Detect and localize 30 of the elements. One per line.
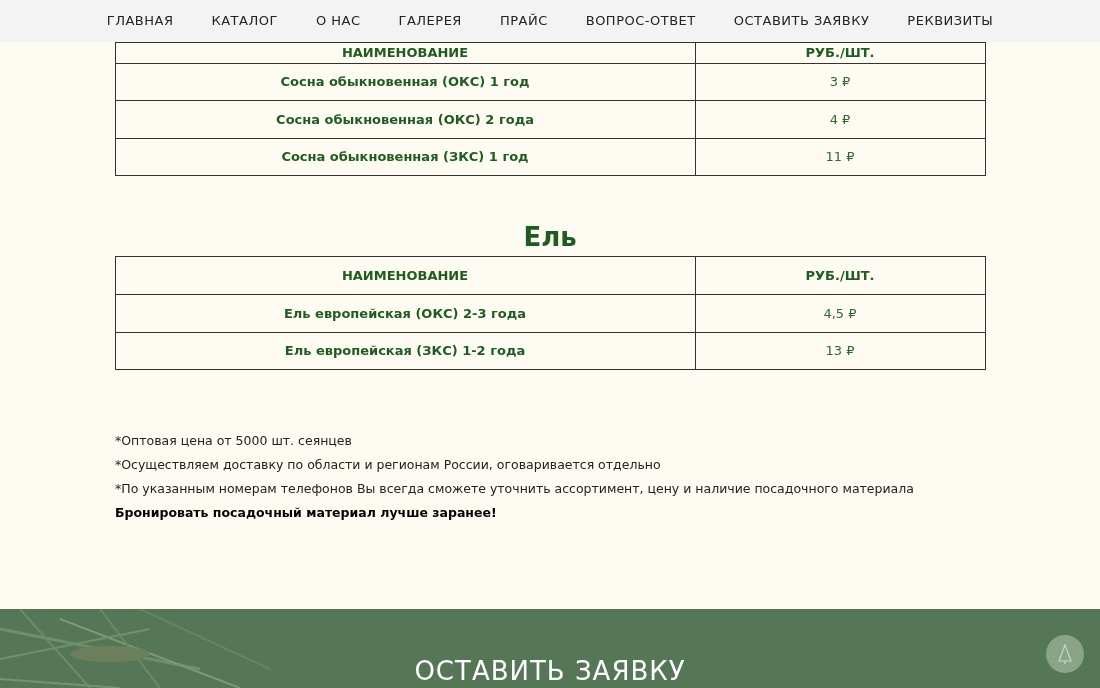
note-text: *По указанным номерам телефонов Вы всегда сможете уточнить ассортимент, цену и наличие посадочного материала — [115, 480, 915, 498]
table-cell: Ель европейская (ОКС) 2-3 года — [115, 294, 695, 332]
nav-link[interactable]: ОСТАВИТЬ ЗАЯВКУ — [733, 11, 870, 31]
column-header: РУБ./ШТ. — [695, 42, 985, 63]
nav-link[interactable]: ВОПРОС-ОТВЕТ — [585, 11, 696, 31]
footer-heading: ОСТАВИТЬ ЗАЯВКУ — [414, 656, 686, 686]
nav-link[interactable]: ГАЛЕРЕЯ — [398, 11, 462, 31]
nav-link[interactable]: О НАС — [315, 11, 361, 31]
table-cell: 4,5 ₽ — [695, 294, 985, 332]
table-cell: Сосна обыкновенная (ЗКС) 1 год — [115, 138, 695, 176]
table-cell: 4 ₽ — [695, 100, 985, 138]
nav-link[interactable]: КАТАЛОГ — [211, 11, 278, 31]
note-text: *Оптовая цена от 5000 шт. сеянцев — [115, 432, 353, 450]
section-heading: Ель — [522, 221, 578, 254]
column-header: НАИМЕНОВАНИЕ — [115, 42, 695, 63]
table-cell: Ель европейская (ЗКС) 1-2 года — [115, 332, 695, 370]
nav-link[interactable]: ПРАЙС — [499, 11, 548, 31]
table-cell: 11 ₽ — [695, 138, 985, 176]
table-cell: Сосна обыкновенная (ОКС) 2 года — [115, 100, 695, 138]
column-header: НАИМЕНОВАНИЕ — [115, 256, 695, 295]
nav-link[interactable]: ГЛАВНАЯ — [106, 11, 174, 31]
tree-icon — [1057, 644, 1073, 664]
table-cell: 13 ₽ — [695, 332, 985, 370]
table-cell: Сосна обыкновенная (ОКС) 1 год — [115, 63, 695, 101]
note-text: *Осуществляем доставку по области и регионам России, оговаривается отдельно — [115, 456, 662, 474]
scroll-top-button[interactable] — [1046, 635, 1084, 673]
column-header: РУБ./ШТ. — [695, 256, 985, 295]
table-cell: 3 ₽ — [695, 63, 985, 101]
nav-link[interactable]: РЕКВИЗИТЫ — [907, 11, 994, 31]
note-text: Бронировать посадочный материал лучше заранее! — [115, 504, 498, 522]
